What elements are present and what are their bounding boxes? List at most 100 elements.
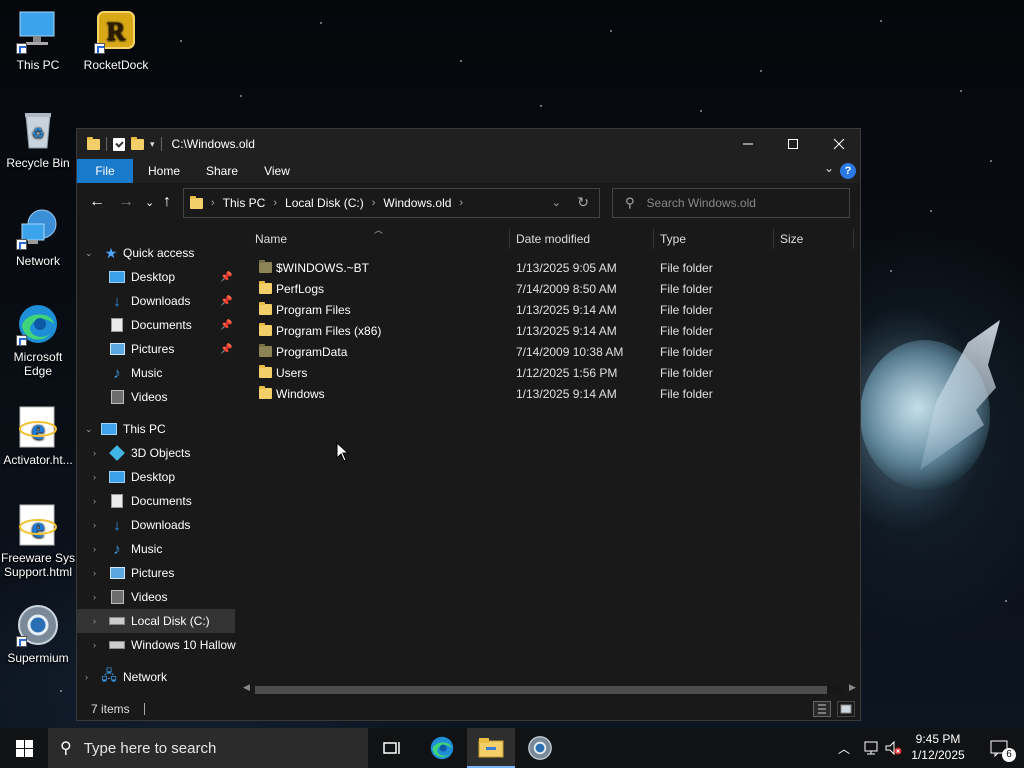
nav-quick-documents[interactable]: Documents 📌 [77,313,235,337]
chevron-right-icon[interactable]: › [93,520,96,530]
column-resize-handle[interactable] [653,229,654,249]
column-resize-handle[interactable] [773,229,774,249]
taskbar-edge[interactable] [418,728,466,768]
desktop-icon-rocketdock[interactable]: R RocketDock [78,10,154,72]
breadcrumb-local-disk[interactable]: Local Disk (C:) [285,196,364,210]
customize-toolbar-dropdown[interactable]: ▾ [150,139,155,150]
search-box[interactable]: ⚲ Search Windows.old [612,188,850,218]
taskbar-search-box[interactable]: ⚲ Type here to search [48,728,368,768]
chevron-right-icon[interactable]: › [273,197,277,209]
task-view-button[interactable] [368,728,416,768]
file-row[interactable]: Program Files (x86) 1/13/2025 9:14 AM File… [237,321,857,342]
desktop-icon-freeware-sys-support[interactable]: e Freeware Sys Support.html [0,503,76,579]
taskbar-supermium[interactable] [516,728,564,768]
title-bar[interactable]: ▾ C:\Windows.old [77,129,860,159]
nav-quick-music[interactable]: ♪ Music [77,361,235,385]
chevron-right-icon[interactable]: › [85,672,88,682]
file-row[interactable]: $WINDOWS.~BT 1/13/2025 9:05 AM File folder [237,258,857,279]
chevron-right-icon[interactable]: › [93,544,96,554]
column-header-name[interactable]: Name [255,227,287,251]
taskbar-file-explorer[interactable] [467,728,515,768]
chevron-right-icon[interactable]: › [372,197,376,209]
nav-quick-desktop[interactable]: Desktop 📌 [77,265,235,289]
chevron-right-icon[interactable]: › [459,197,463,209]
minimize-button[interactable] [725,129,771,159]
new-folder-icon[interactable] [131,136,144,150]
back-arrow-icon[interactable]: ← [89,193,105,211]
chevron-right-icon[interactable]: › [93,592,96,602]
desktop-icon-network[interactable]: Network [0,206,76,268]
nav-network[interactable]: › 🖧 Network [77,665,235,689]
recent-locations-chevron-icon[interactable]: ⌄ [145,196,154,209]
desktop-icon-supermium[interactable]: Supermium [0,603,76,665]
nav-quick-pictures[interactable]: Pictures 📌 [77,337,235,361]
chevron-right-icon[interactable]: › [93,568,96,578]
tab-file[interactable]: File [77,159,133,183]
pin-icon[interactable]: 📌 [220,320,232,331]
desktop-icon-recycle-bin[interactable]: ♻ Recycle Bin [0,108,76,170]
chevron-right-icon[interactable]: › [93,448,96,458]
pin-icon[interactable]: 📌 [220,344,232,355]
scrollbar-thumb[interactable] [255,686,827,694]
tab-share[interactable]: Share [199,159,245,183]
forward-arrow-icon[interactable]: → [118,193,134,211]
close-button[interactable] [816,129,862,159]
tab-view[interactable]: View [255,159,299,183]
notification-center-button[interactable]: 6 [980,728,1020,768]
desktop-icon-activator[interactable]: e Activator.ht... [0,405,76,467]
file-row[interactable]: Windows 1/13/2025 9:14 AM File folder [237,384,857,405]
nav-pc-music[interactable]: › ♪ Music [77,537,235,561]
nav-pc-pictures[interactable]: › Pictures [77,561,235,585]
column-header-size[interactable]: Size [780,227,803,251]
chevron-down-icon[interactable]: ⌄ [85,248,93,259]
nav-pc-windows-10-hallow[interactable]: › Windows 10 Hallow [77,633,236,657]
file-row[interactable]: ProgramData 7/14/2009 10:38 AM File folder [237,342,857,363]
horizontal-scrollbar[interactable]: ◀ ▶ [237,681,860,698]
nav-quick-access[interactable]: ⌄ ★ Quick access [77,241,235,265]
desktop-icon-this-pc[interactable]: This PC [0,10,76,72]
chevron-right-icon[interactable]: › [93,472,96,482]
pin-icon[interactable]: 📌 [220,296,232,307]
desktop-icon-microsoft-edge[interactable]: Microsoft Edge [0,302,76,378]
help-icon[interactable]: ? [840,163,856,179]
chevron-right-icon[interactable]: › [93,496,96,506]
file-row[interactable]: PerfLogs 7/14/2009 8:50 AM File folder [237,279,857,300]
chevron-right-icon[interactable]: › [93,616,96,626]
chevron-right-icon[interactable]: › [93,640,96,650]
scroll-left-arrow-icon[interactable]: ◀ [243,682,250,693]
start-button[interactable] [0,728,48,768]
refresh-icon[interactable]: ↻ [577,194,589,211]
breadcrumb-this-pc[interactable]: This PC [223,196,266,210]
nav-pc-downloads[interactable]: › ↓ Downloads [77,513,235,537]
large-icons-view-button[interactable] [837,701,855,717]
column-header-date-modified[interactable]: Date modified [516,227,590,251]
column-resize-handle[interactable] [853,229,854,249]
nav-pc-desktop[interactable]: › Desktop [77,465,235,489]
breadcrumb-windows-old[interactable]: Windows.old [383,196,451,210]
show-hidden-icons-button[interactable]: ︿ [838,728,850,768]
nav-pc-documents[interactable]: › Documents [77,489,235,513]
nav-quick-videos[interactable]: Videos [77,385,235,409]
file-row[interactable]: Program Files 1/13/2025 9:14 AM File folde… [237,300,857,321]
column-resize-handle[interactable] [509,229,510,249]
chevron-down-icon[interactable]: ⌄ [85,424,93,435]
address-history-dropdown-icon[interactable]: ⌄ [552,196,561,209]
nav-pc-videos[interactable]: › Videos [77,585,235,609]
nav-pc-local-disk[interactable]: › Local Disk (C:) [77,609,235,633]
maximize-button[interactable] [770,129,816,159]
column-header-type[interactable]: Type [660,227,686,251]
nav-pc-3d-objects[interactable]: › 3D Objects [77,441,235,465]
file-row[interactable]: Users 1/12/2025 1:56 PM File folder [237,363,857,384]
expand-ribbon-chevron-icon[interactable]: ⌄ [824,161,834,175]
up-arrow-icon[interactable]: ↑ [163,193,171,211]
scroll-right-arrow-icon[interactable]: ▶ [849,682,856,693]
pin-icon[interactable]: 📌 [220,272,232,283]
clock[interactable]: 9:45 PM 1/12/2025 [900,731,976,763]
chevron-right-icon[interactable]: › [211,197,215,209]
address-bar[interactable]: › This PC › Local Disk (C:) › Windows.ol… [183,188,600,218]
nav-this-pc[interactable]: ⌄ This PC [77,417,235,441]
tab-home[interactable]: Home [141,159,187,183]
nav-quick-downloads[interactable]: ↓ Downloads 📌 [77,289,235,313]
network-tray-icon[interactable] [862,728,880,768]
properties-icon[interactable] [113,137,125,151]
